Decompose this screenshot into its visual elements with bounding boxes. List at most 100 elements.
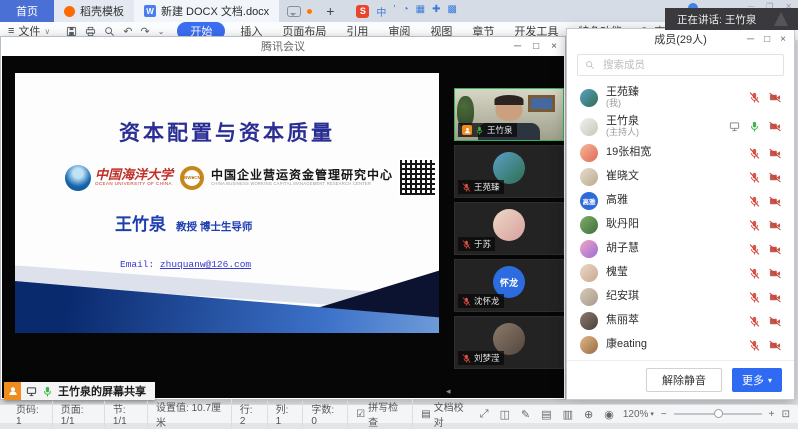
members-panel-controls: ─ □ × [747,29,786,49]
ime-glyph-icon[interactable]: ✚ [432,4,440,19]
zoom-slider-handle[interactable] [714,409,723,418]
member-camera-icon[interactable] [769,292,781,303]
member-camera-icon[interactable] [769,220,781,231]
member-mic-icon[interactable] [749,196,760,207]
new-tab-button[interactable]: + [318,0,342,22]
meeting-title-bar[interactable]: 腾讯会议 ─ □ × [1,37,565,55]
member-camera-icon[interactable] [769,92,781,103]
zoom-slider[interactable] [674,413,762,415]
member-avatar: 高雅 [580,192,598,210]
member-name: 耿丹阳 [606,219,639,231]
view-mode-icon[interactable]: ▤ [539,408,553,421]
screen-share-indicator[interactable]: 王竹泉的屏幕共享 [4,382,155,400]
zoom-level-dropdown[interactable]: 120% ▾ [623,409,654,420]
view-mode-icon[interactable]: ▥ [561,408,575,421]
print-icon[interactable] [85,26,96,37]
member-search-box[interactable] [577,54,784,76]
unmute-button[interactable]: 解除静音 [646,368,722,392]
tab-document[interactable]: W 新建 DOCX 文档.docx [134,0,279,22]
ime-glyph-icon[interactable]: ▦ [416,4,425,19]
research-center-en: CHINA BUSINESS WORKING CAPITAL MANAGEMEN… [211,182,393,187]
view-mode-icon[interactable]: ⤢ [478,408,491,421]
member-camera-icon[interactable] [769,172,781,183]
video-thumbnail[interactable]: 刘梦滢 [454,316,564,369]
member-mic-icon[interactable] [749,244,760,255]
view-mode-icon[interactable]: ⊕ [582,408,595,421]
shared-screen-stage: 资本配置与资本质量 中国海洋大学 OCEAN UNIVERSITY OF CHI… [2,56,452,398]
tab-document-label: 新建 DOCX 文档.docx [161,3,269,19]
ime-glyph-icon[interactable]: ◔ [403,4,409,19]
zoom-out-button[interactable]: − [661,409,667,420]
spell-check-button[interactable]: ☑ 拼写检查 [348,399,413,429]
research-center-cn: 中国企业营运资金管理研究中心 [211,169,393,182]
video-thumbnail[interactable]: 王苑臻 [454,145,564,198]
tab-home[interactable]: 首页 [0,0,54,22]
member-row[interactable]: 19张相宽 [567,141,794,165]
fit-page-button[interactable]: ⊡ [782,409,790,420]
member-mic-icon[interactable] [749,148,760,159]
video-thumbnail[interactable]: 于苏 [454,202,564,255]
zoom-in-button[interactable]: + [769,409,775,420]
tab-docer[interactable]: 稻壳模板 [54,0,134,22]
collapse-video-strip-icon[interactable]: ◂ [446,386,451,397]
email-link[interactable]: zhuquanw@126.com [160,259,251,270]
member-row[interactable]: 高雅 高雅 [567,189,794,213]
meeting-minimize-button[interactable]: ─ [514,41,521,52]
member-mic-icon[interactable] [749,316,760,327]
view-mode-icon[interactable]: ◫ [498,408,512,421]
members-panel-footer: 解除静音 更多 ▾ [567,360,794,399]
collapse-toolbar-icon[interactable]: ⌄ [158,27,165,36]
member-mic-icon[interactable] [749,292,760,303]
meeting-maximize-button[interactable]: □ [533,41,539,52]
member-mic-icon[interactable] [749,172,760,183]
member-camera-icon[interactable] [769,340,781,351]
ime-glyph-icon[interactable]: ▩ [448,4,457,19]
member-mic-icon[interactable] [749,268,760,279]
member-search-input[interactable] [601,58,776,72]
member-avatar [580,168,598,186]
member-avatar [580,264,598,282]
member-camera-icon[interactable] [769,316,781,327]
ime-glyph-icon[interactable]: 中 [376,4,386,19]
thumbnail-participant-name: 王竹泉 [487,124,513,136]
member-mic-icon[interactable] [749,340,760,351]
member-camera-icon[interactable] [769,121,781,132]
member-mic-icon[interactable] [749,121,760,132]
member-row[interactable]: 槐莹 [567,261,794,285]
member-mic-icon[interactable] [749,220,760,231]
comment-bubble-icon[interactable] [287,6,301,17]
member-camera-icon[interactable] [769,196,781,207]
member-row[interactable]: 焦丽萃 [567,309,794,333]
wps-doc-icon: W [144,5,156,17]
member-row[interactable]: 纪安琪 [567,285,794,309]
view-mode-icon[interactable]: ✎ [519,408,532,421]
member-mic-icon[interactable] [749,92,760,103]
member-row[interactable]: 胡子慧 [567,237,794,261]
member-row[interactable]: 王竹泉 (主持人) [567,112,794,141]
print-preview-icon[interactable] [104,26,115,37]
proofread-button[interactable]: ▤ 文档校对 [413,399,478,429]
save-icon[interactable] [66,26,77,37]
panel-close-button[interactable]: × [780,34,786,45]
screen-share-icon [26,386,37,397]
member-row[interactable]: 王苑臻 (我) [567,83,794,112]
member-row[interactable]: 康eating [567,333,794,357]
meeting-content: 资本配置与资本质量 中国海洋大学 OCEAN UNIVERSITY OF CHI… [2,56,564,398]
sharer-badge-icon [4,382,21,400]
member-camera-icon[interactable] [769,148,781,159]
member-camera-icon[interactable] [769,268,781,279]
panel-maximize-button[interactable]: □ [764,34,770,45]
member-camera-icon[interactable] [769,244,781,255]
university-logo-icon [65,165,91,191]
mic-status-icon [462,354,471,363]
more-button[interactable]: 更多 ▾ [732,368,782,392]
ime-glyph-icon[interactable]: ’ [393,4,395,19]
member-row[interactable]: 耿丹阳 [567,213,794,237]
video-thumbnail[interactable]: 怀龙 沈怀龙 [454,259,564,312]
sogou-ime-icon[interactable]: S [356,5,369,18]
member-row[interactable]: 崔晓文 [567,165,794,189]
panel-minimize-button[interactable]: ─ [747,34,754,45]
meeting-close-button[interactable]: × [551,41,557,52]
view-mode-icon[interactable]: ◉ [602,408,616,421]
video-thumbnail[interactable]: 王竹泉 [454,88,564,141]
